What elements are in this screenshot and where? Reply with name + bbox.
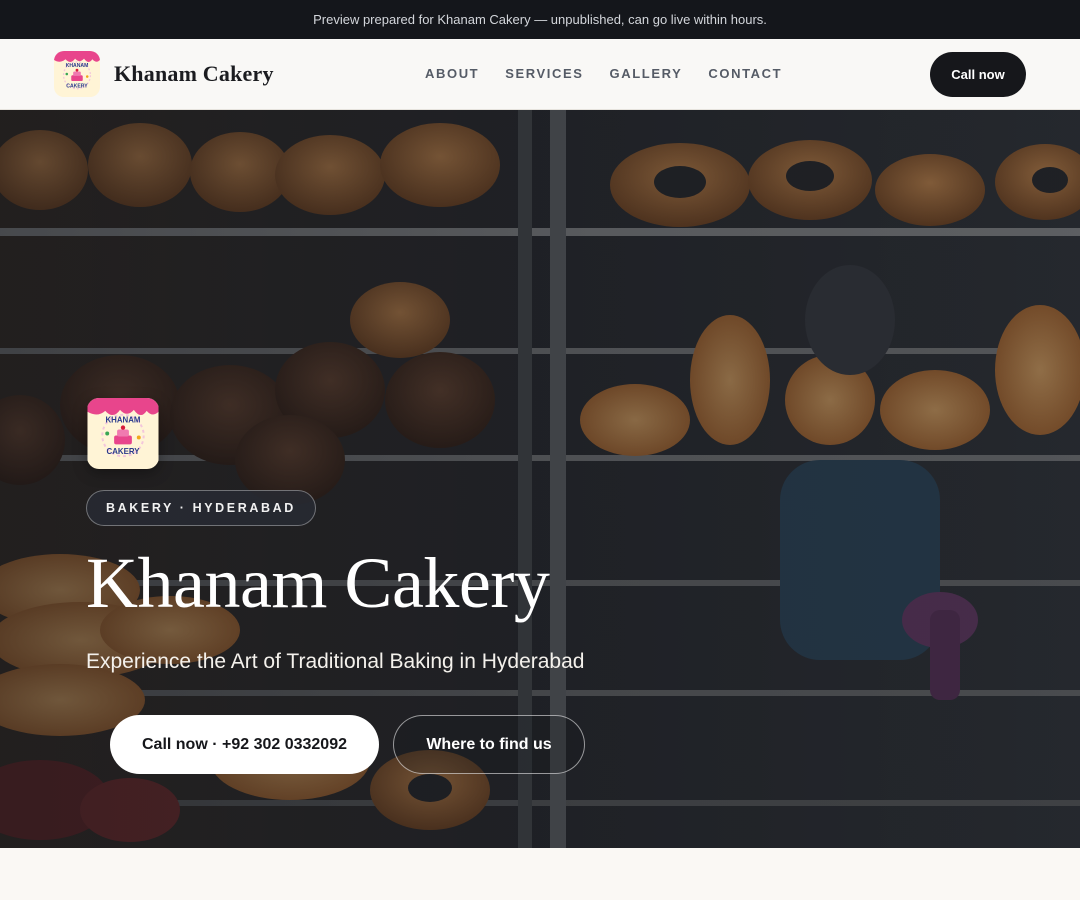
- nav-link-gallery[interactable]: GALLERY: [610, 66, 683, 81]
- hero-title: Khanam Cakery: [86, 543, 550, 623]
- main-nav: ABOUT SERVICES GALLERY CONTACT: [425, 66, 808, 81]
- nav-link-about[interactable]: ABOUT: [425, 66, 479, 81]
- next-section: [0, 848, 1080, 900]
- preview-notice-bar: Preview prepared for Khanam Cakery — unp…: [0, 0, 1080, 39]
- hero-subtitle: Experience the Art of Traditional Baking…: [86, 650, 585, 673]
- where-to-find-us-button[interactable]: Where to find us: [393, 715, 585, 774]
- call-now-button[interactable]: Call now · +92 302 0332092: [110, 715, 379, 774]
- header-call-button[interactable]: Call now: [930, 52, 1026, 97]
- hero-section: KHANAM CAKERY BAKERY · HYDERABAD Khanam …: [0, 110, 1080, 848]
- brand[interactable]: KHANAM CAKERY Khanam Cakery: [54, 51, 274, 97]
- svg-text:KHANAM: KHANAM: [106, 416, 141, 425]
- svg-text:CAKERY: CAKERY: [107, 447, 141, 456]
- brand-name: Khanam Cakery: [114, 61, 274, 86]
- site-header: KHANAM CAKERY Khanam Cakery ABOUT SERVIC…: [0, 39, 1080, 110]
- nav-link-services[interactable]: SERVICES: [505, 66, 583, 81]
- nav-link-contact[interactable]: CONTACT: [708, 66, 782, 81]
- khanam-cakery-logo-icon: KHANAM CAKERY: [54, 51, 100, 97]
- preview-notice-text: Preview prepared for Khanam Cakery — unp…: [313, 12, 767, 27]
- khanam-cakery-logo-icon: KHANAM CAKERY: [87, 398, 159, 469]
- svg-text:KHANAM: KHANAM: [66, 63, 89, 69]
- svg-text:CAKERY: CAKERY: [66, 83, 88, 89]
- location-badge: BAKERY · HYDERABAD: [86, 490, 316, 526]
